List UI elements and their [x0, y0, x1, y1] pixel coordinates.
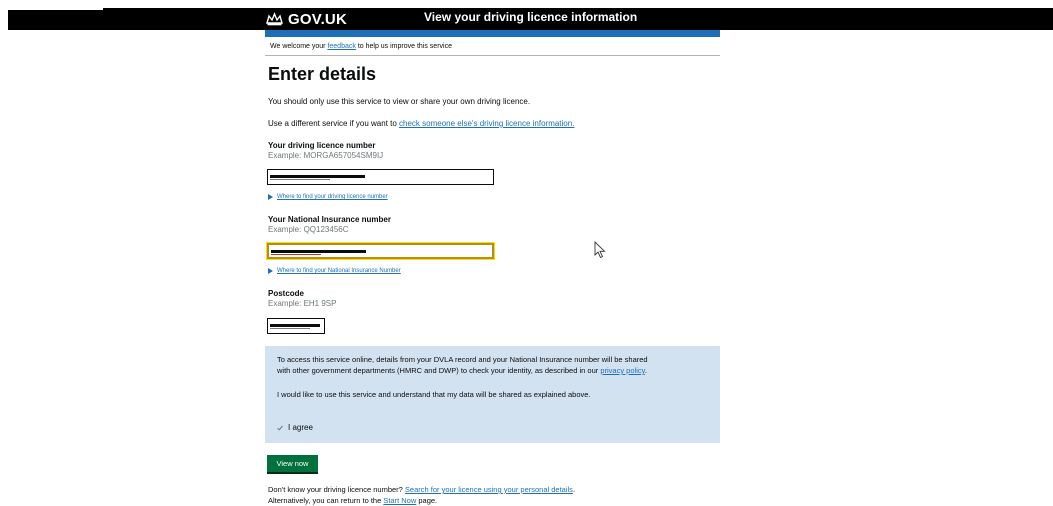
- redacted-value: [271, 254, 321, 255]
- feedback-text: We welcome your: [270, 43, 328, 50]
- checkmark-icon[interactable]: [277, 425, 283, 431]
- consent-text-line1: To access this service online, details f…: [277, 355, 648, 364]
- crown-icon: [266, 12, 283, 26]
- consent-text-line2: with other government departments (HMRC …: [277, 365, 648, 376]
- licence-number-input[interactable]: [267, 169, 494, 185]
- header-bar: GOV.UK View your driving licence informa…: [8, 8, 1053, 30]
- feedback-text-end: to help us improve this service: [355, 43, 452, 50]
- mouse-pointer-icon: [594, 241, 606, 259]
- triangle-right-icon: [268, 268, 273, 274]
- page-title: Enter details: [268, 64, 377, 84]
- agree-checkbox[interactable]: I agree: [277, 423, 313, 432]
- footer-text: Alternatively, you can return to the: [268, 496, 384, 505]
- licence-help-details[interactable]: Where to find your driving licence numbe…: [268, 194, 388, 200]
- licence-hint: Example: MORGA657054SM9IJ: [268, 151, 384, 160]
- triangle-right-icon: [268, 194, 273, 200]
- search-licence-link[interactable]: Search for your licence using your perso…: [405, 485, 573, 494]
- check-someone-else-link[interactable]: check someone else's driving licence inf…: [399, 119, 574, 128]
- consent-text-end: .: [644, 366, 647, 375]
- ni-help-details[interactable]: Where to find your National Insurance Nu…: [268, 268, 401, 274]
- logo-text: GOV.UK: [288, 10, 347, 28]
- redacted-value: [270, 328, 310, 329]
- ni-hint: Example: QQ123456C: [268, 225, 349, 234]
- divider: [265, 55, 720, 56]
- header-underline: [265, 30, 720, 37]
- footer-text-end: .: [572, 485, 576, 494]
- intro-paragraph-2: Use a different service if you want to c…: [268, 119, 574, 128]
- redacted-value: [270, 175, 365, 178]
- details-summary[interactable]: Where to find your driving licence numbe…: [277, 194, 388, 200]
- redacted-value: [270, 324, 320, 327]
- consent-panel: To access this service online, details f…: [265, 346, 720, 443]
- redacted-value: [270, 179, 330, 180]
- postcode-label: Postcode: [268, 289, 305, 298]
- ni-number-input[interactable]: [266, 242, 495, 260]
- redacted-value: [271, 250, 366, 253]
- privacy-policy-link[interactable]: privacy policy: [600, 366, 644, 375]
- feedback-link[interactable]: feedback: [327, 43, 355, 50]
- service-name[interactable]: View your driving licence information: [424, 10, 637, 24]
- govuk-logo[interactable]: GOV.UK: [266, 10, 347, 28]
- intro-paragraph-1: You should only use this service to view…: [268, 97, 531, 106]
- consent-paragraph-2: I would like to use this service and und…: [277, 390, 591, 399]
- agree-label: I agree: [288, 423, 313, 432]
- feedback-banner: We welcome your feedback to help us impr…: [270, 43, 452, 50]
- consent-paragraph: To access this service online, details f…: [277, 354, 648, 376]
- postcode-hint: Example: EH1 9SP: [268, 299, 337, 308]
- licence-label: Your driving licence number: [268, 141, 376, 150]
- details-summary[interactable]: Where to find your National Insurance Nu…: [277, 268, 401, 274]
- footer-text-end: page.: [416, 496, 438, 505]
- start-now-link[interactable]: Start Now: [383, 496, 416, 505]
- footer-line-1: Don't know your driving licence number? …: [268, 485, 575, 494]
- header-strip: [8, 8, 103, 10]
- postcode-input[interactable]: [267, 318, 325, 334]
- footer-line-2: Alternatively, you can return to the Sta…: [268, 496, 437, 505]
- view-now-button[interactable]: View now: [267, 455, 318, 472]
- ni-label: Your National Insurance number: [268, 215, 391, 224]
- consent-text: with other government departments (HMRC …: [277, 366, 601, 375]
- intro-text: Use a different service if you want to: [268, 119, 400, 128]
- footer-text: Don't know your driving licence number?: [268, 485, 405, 494]
